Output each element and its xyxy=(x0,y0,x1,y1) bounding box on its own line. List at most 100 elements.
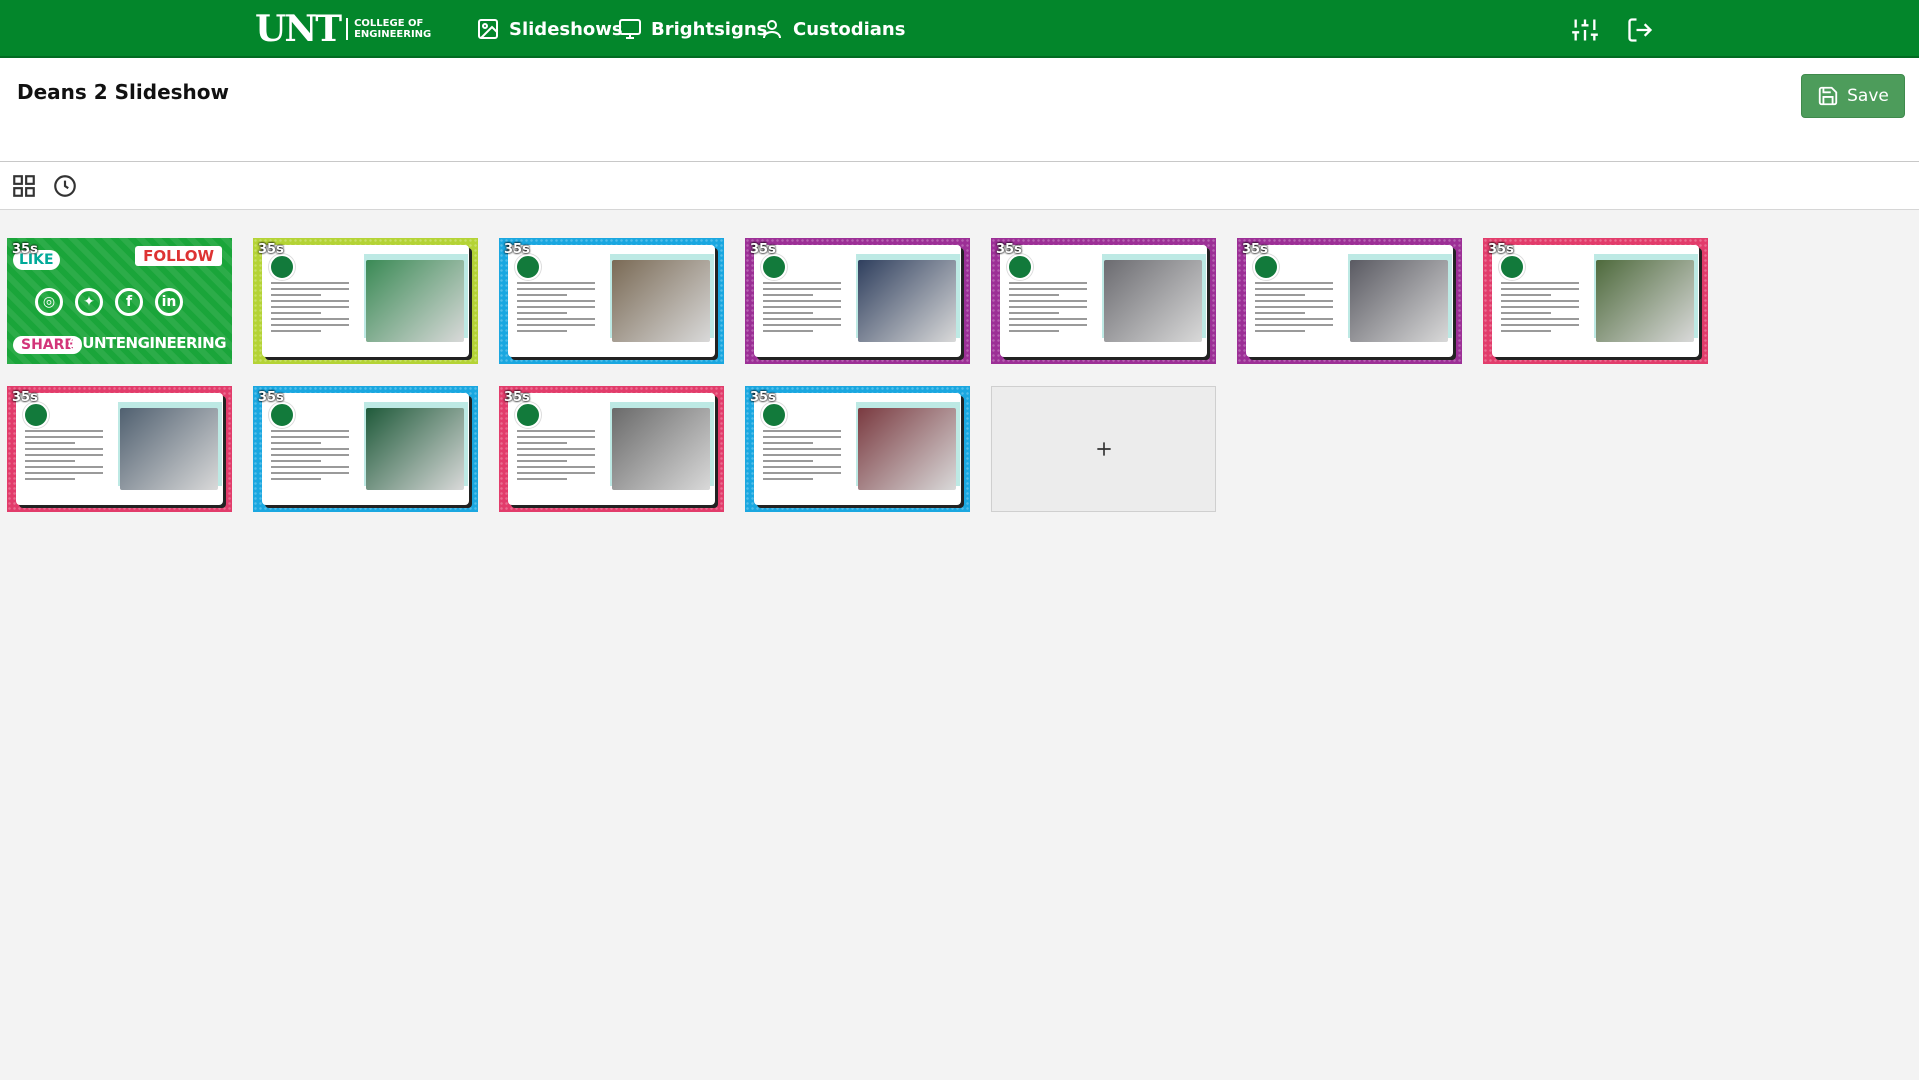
slide-text-line xyxy=(271,300,349,302)
image-icon xyxy=(478,19,498,39)
slide-brand-badge xyxy=(1007,254,1033,280)
view-toolbar xyxy=(0,162,1919,210)
slide-text-line xyxy=(517,306,595,308)
slide-text-line xyxy=(1009,294,1059,296)
title-area: Deans 2 Slideshow Save xyxy=(0,58,1919,162)
logout-icon[interactable] xyxy=(1626,16,1654,44)
add-slide-button[interactable] xyxy=(991,386,1216,512)
slide-duration: 35s xyxy=(504,242,530,257)
slide-duration: 35s xyxy=(12,242,38,257)
nav-custodians-label: Custodians xyxy=(793,18,906,40)
slide-text-line xyxy=(1255,306,1333,308)
slide-thumbnail[interactable]: 35s xyxy=(499,238,724,364)
slide-text-line xyxy=(517,294,567,296)
slide-text-line xyxy=(1501,330,1551,332)
slide-text-line xyxy=(271,478,321,480)
slide-text-line xyxy=(25,466,103,468)
slide-text-line xyxy=(763,324,841,326)
slide-brand-badge xyxy=(269,402,295,428)
slide-text-line xyxy=(271,312,321,314)
slide-thumbnail[interactable]: 35s xyxy=(7,386,232,512)
social-icons: ◎ ✦ f in xyxy=(35,288,183,316)
slide-text-line xyxy=(271,324,349,326)
slide-text-line xyxy=(1255,282,1333,284)
monitor-icon xyxy=(619,19,641,39)
slide-duration: 35s xyxy=(750,242,776,257)
social-handle: @UNTENGINEERING xyxy=(67,334,227,352)
slide-duration: 35s xyxy=(258,242,284,257)
slide-text-line xyxy=(271,288,349,290)
slide-text-line xyxy=(1009,318,1087,320)
slide-text-line xyxy=(517,430,595,432)
slide-text-line xyxy=(271,318,349,320)
clock-icon[interactable] xyxy=(52,173,78,199)
plus-icon xyxy=(1096,442,1111,456)
slide-thumbnail[interactable]: 35s xyxy=(1237,238,1462,364)
slide-text-line xyxy=(1501,312,1551,314)
slide-photo xyxy=(366,408,464,490)
slide-thumbnail[interactable]: 35s LIKE FOLLOW ◎ ✦ f in SHARE @UNTENGIN… xyxy=(7,238,232,364)
slide-text-line xyxy=(1501,318,1579,320)
slide-text-line xyxy=(763,330,813,332)
grid-icon[interactable] xyxy=(11,173,37,199)
nav-slideshows-label: Slideshows xyxy=(509,18,623,40)
slide-photo xyxy=(1596,260,1694,342)
slide-text-line xyxy=(1501,324,1579,326)
slide-text-line xyxy=(517,472,595,474)
slide-brand-badge xyxy=(1253,254,1279,280)
slide-text-line xyxy=(517,454,595,456)
unt-logo[interactable]: UNT COLLEGE OF ENGINEERING xyxy=(255,6,431,52)
slide-text-line xyxy=(763,454,841,456)
logo-subtitle-line1: COLLEGE OF xyxy=(354,18,424,29)
slide-text-line xyxy=(1255,294,1305,296)
slide-thumbnail[interactable]: 35s xyxy=(745,386,970,512)
slide-brand-badge xyxy=(269,254,295,280)
slide-photo xyxy=(858,260,956,342)
nav-custodians[interactable]: Custodians xyxy=(760,14,905,44)
slide-brand-badge xyxy=(23,402,49,428)
slide-thumbnail[interactable]: 35s xyxy=(745,238,970,364)
slide-photo xyxy=(1350,260,1448,342)
slide-text-line xyxy=(271,460,321,462)
slide-brand-badge xyxy=(1499,254,1525,280)
instagram-icon: ◎ xyxy=(35,288,63,316)
slide-photo xyxy=(858,408,956,490)
slide-text-line xyxy=(271,466,349,468)
slide-text-line xyxy=(271,330,321,332)
slide-text-line xyxy=(1255,288,1333,290)
slide-thumbnail[interactable]: 35s xyxy=(253,238,478,364)
slide-thumbnail[interactable]: 35s xyxy=(991,238,1216,364)
slide-text-line xyxy=(763,436,841,438)
slide-text-line xyxy=(271,430,349,432)
slide-text-line xyxy=(271,282,349,284)
slide-duration: 35s xyxy=(1488,242,1514,257)
slide-duration: 35s xyxy=(1242,242,1268,257)
slide-text-line xyxy=(271,448,349,450)
slide-thumbnail[interactable]: 35s xyxy=(253,386,478,512)
slide-thumbnail[interactable]: 35s xyxy=(499,386,724,512)
slide-thumbnail[interactable]: 35s xyxy=(1483,238,1708,364)
slide-text-line xyxy=(517,460,567,462)
slide-text-line xyxy=(271,442,321,444)
slide-text-line xyxy=(1501,300,1579,302)
slide-text-line xyxy=(25,460,75,462)
slide-text-line xyxy=(763,442,813,444)
slide-text-line xyxy=(763,288,841,290)
slide-text-line xyxy=(517,478,567,480)
slide-duration: 35s xyxy=(12,390,38,405)
slide-duration: 35s xyxy=(258,390,284,405)
nav-slideshows[interactable]: Slideshows xyxy=(476,14,623,44)
slide-text-line xyxy=(25,442,75,444)
slide-text-line xyxy=(763,312,813,314)
save-button[interactable]: Save xyxy=(1801,74,1905,118)
slide-brand-badge xyxy=(515,254,541,280)
slide-text-line xyxy=(763,294,813,296)
slide-text-line xyxy=(763,466,841,468)
sliders-icon[interactable] xyxy=(1571,16,1599,44)
nav-brightsigns[interactable]: Brightsigns xyxy=(618,14,767,44)
slide-text-line xyxy=(1009,312,1059,314)
slide-text-line xyxy=(517,318,595,320)
slide-text-line xyxy=(25,436,103,438)
slide-text-line xyxy=(1009,300,1087,302)
slide-brand-badge xyxy=(761,402,787,428)
